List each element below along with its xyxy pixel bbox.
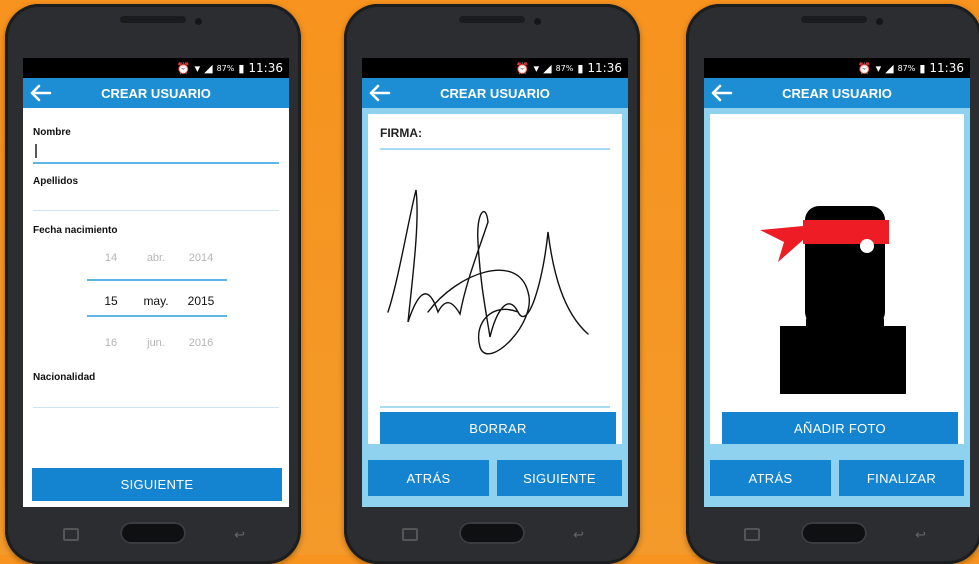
speaker [459, 16, 525, 23]
surname-label: Apellidos [33, 176, 79, 187]
speaker [801, 16, 867, 23]
clock: 11:36 [587, 61, 622, 75]
picker-month-prev[interactable]: abr. [134, 252, 179, 264]
picker-day-selected[interactable]: 15 [89, 294, 134, 308]
clock: 11:36 [248, 61, 283, 75]
finish-button[interactable]: FINALIZAR [839, 460, 964, 496]
page-title: CREAR USUARIO [440, 85, 550, 101]
next-button[interactable]: SIGUIENTE [32, 468, 282, 501]
text-cursor [35, 144, 37, 158]
picker-month-selected[interactable]: may. [134, 294, 179, 308]
navigation-bar: ↩ [5, 522, 301, 546]
photo-frame: AÑADIR FOTO ATRÁS FINALIZAR [704, 108, 970, 507]
nationality-input[interactable] [33, 407, 279, 408]
signature-baseline [380, 406, 610, 408]
signature-screen: ⏰ ▾ ◢ 87% ▮ 11:36 CREAR USUARIO FIRMA: B… [362, 58, 628, 507]
back-button[interactable]: ATRÁS [710, 460, 831, 496]
signature-label: FIRMA: [380, 126, 422, 140]
add-photo-button[interactable]: AÑADIR FOTO [722, 412, 958, 444]
recent-apps-icon[interactable] [744, 528, 760, 541]
name-input[interactable] [33, 162, 279, 164]
status-bar: ⏰ ▾ ◢ 87% ▮ 11:36 [362, 58, 628, 78]
battery-percent: 87% [216, 63, 235, 73]
picker-month-next[interactable]: jun. [134, 337, 179, 349]
recent-apps-icon[interactable] [402, 528, 418, 541]
signature-label-underline [380, 148, 610, 150]
page-title: CREAR USUARIO [782, 85, 892, 101]
picker-year-prev[interactable]: 2014 [179, 252, 224, 264]
battery-icon: ▮ [577, 61, 584, 75]
create-user-form-screen: ⏰ ▾ ◢ 87% ▮ 11:36 CREAR USUARIO Nombre A… [23, 58, 289, 507]
signal-icon: ◢ [543, 61, 552, 75]
page-title: CREAR USUARIO [101, 85, 211, 101]
back-nav-icon[interactable]: ↩ [573, 527, 584, 543]
signature-drawing [387, 189, 589, 355]
picker-divider-top [87, 279, 227, 281]
phone-mockup-3: ⏰ ▾ ◢ 87% ▮ 11:36 CREAR USUARIO AÑADIR F… [686, 4, 979, 564]
alarm-icon: ⏰ [515, 61, 530, 75]
picker-divider-bottom [87, 315, 227, 317]
recent-apps-icon[interactable] [63, 528, 79, 541]
next-button[interactable]: SIGUIENTE [497, 460, 622, 496]
speaker [120, 16, 186, 23]
back-button[interactable]: ATRÁS [368, 460, 489, 496]
phone-mockup-1: ⏰ ▾ ◢ 87% ▮ 11:36 CREAR USUARIO Nombre A… [5, 4, 301, 564]
home-icon[interactable] [459, 522, 525, 544]
picker-year-selected[interactable]: 2015 [179, 294, 224, 308]
wifi-icon: ▾ [533, 61, 540, 75]
back-arrow-icon[interactable] [368, 83, 392, 103]
nationality-label: Nacionalidad [33, 372, 96, 383]
surname-input[interactable] [33, 210, 279, 211]
app-bar: CREAR USUARIO [362, 78, 628, 108]
home-icon[interactable] [120, 522, 186, 544]
back-nav-icon[interactable]: ↩ [234, 527, 245, 543]
app-bar: CREAR USUARIO [704, 78, 970, 108]
clear-signature-button[interactable]: BORRAR [380, 412, 616, 444]
phone-mockup-2: ⏰ ▾ ◢ 87% ▮ 11:36 CREAR USUARIO FIRMA: B… [344, 4, 640, 564]
battery-icon: ▮ [238, 61, 245, 75]
battery-icon: ▮ [919, 61, 926, 75]
home-icon[interactable] [801, 522, 867, 544]
signal-icon: ◢ [204, 61, 213, 75]
back-arrow-icon[interactable] [710, 83, 734, 103]
navigation-bar: ↩ [686, 522, 979, 546]
back-arrow-icon[interactable] [29, 83, 53, 103]
camera [195, 18, 202, 25]
signature-panel[interactable]: FIRMA: BORRAR [368, 114, 622, 444]
picker-year-next[interactable]: 2016 [179, 337, 224, 349]
camera [876, 18, 883, 25]
signal-icon: ◢ [885, 61, 894, 75]
wifi-icon: ▾ [194, 61, 201, 75]
name-label: Nombre [33, 127, 71, 138]
clock: 11:36 [929, 61, 964, 75]
status-bar: ⏰ ▾ ◢ 87% ▮ 11:36 [704, 58, 970, 78]
date-picker-selected-row[interactable]: 15 may. 2015 [23, 294, 289, 308]
battery-percent: 87% [897, 63, 916, 73]
battery-percent: 87% [555, 63, 574, 73]
alarm-icon: ⏰ [176, 61, 191, 75]
birthdate-label: Fecha nacimiento [33, 225, 118, 236]
app-bar: CREAR USUARIO [23, 78, 289, 108]
alarm-icon: ⏰ [857, 61, 872, 75]
navigation-bar: ↩ [344, 522, 640, 546]
signature-frame: FIRMA: BORRAR ATRÁS SIGUIENTE [362, 108, 628, 507]
back-nav-icon[interactable]: ↩ [915, 527, 926, 543]
picker-day-next[interactable]: 16 [89, 337, 134, 349]
photo-screen: ⏰ ▾ ◢ 87% ▮ 11:36 CREAR USUARIO AÑADIR F… [704, 58, 970, 507]
ninja-avatar-icon [760, 206, 906, 394]
wifi-icon: ▾ [875, 61, 882, 75]
camera [534, 18, 541, 25]
photo-panel: AÑADIR FOTO [710, 114, 964, 444]
picker-day-prev[interactable]: 14 [89, 252, 134, 264]
date-picker-prev-row[interactable]: 14 abr. 2014 [23, 252, 289, 264]
status-bar: ⏰ ▾ ◢ 87% ▮ 11:36 [23, 58, 289, 78]
date-picker-next-row[interactable]: 16 jun. 2016 [23, 337, 289, 349]
